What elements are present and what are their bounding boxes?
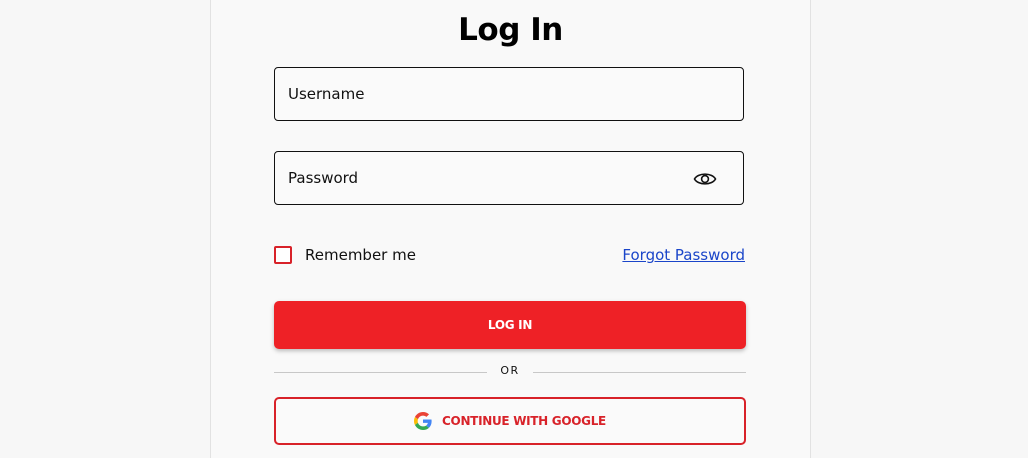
login-button[interactable]: LOG IN <box>274 301 746 349</box>
remember-me[interactable]: Remember me <box>274 245 416 265</box>
page: Log In Remember me Forgot Password LOG I… <box>0 0 1028 458</box>
divider-left <box>274 372 487 373</box>
remember-me-label: Remember me <box>305 246 416 264</box>
divider-right <box>533 372 746 373</box>
eye-icon[interactable] <box>693 169 717 189</box>
google-icon <box>414 412 432 430</box>
password-input[interactable] <box>288 152 688 204</box>
continue-with-google-label: CONTINUE WITH GOOGLE <box>442 414 606 428</box>
login-card: Log In Remember me Forgot Password LOG I… <box>210 0 811 458</box>
username-input[interactable] <box>288 68 688 120</box>
forgot-password-link[interactable]: Forgot Password <box>622 246 745 264</box>
password-field[interactable] <box>274 151 744 205</box>
remember-me-checkbox[interactable] <box>274 246 292 264</box>
continue-with-google-button[interactable]: CONTINUE WITH GOOGLE <box>274 397 746 445</box>
page-title: Log In <box>458 12 563 48</box>
username-field[interactable] <box>274 67 744 121</box>
divider-text: OR <box>500 364 520 377</box>
